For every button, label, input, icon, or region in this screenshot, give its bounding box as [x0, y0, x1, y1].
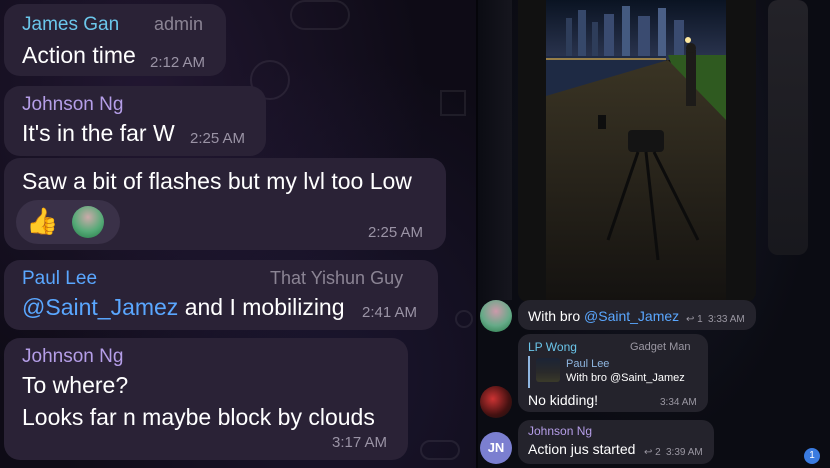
message-time: 3:39 AM — [666, 447, 703, 458]
message-time: 2:25 AM — [190, 130, 246, 147]
message-text: Action time — [22, 42, 136, 68]
quote-thumbnail — [536, 358, 560, 382]
sender-name[interactable]: Johnson Ng — [22, 346, 123, 368]
sender-name[interactable]: Johnson Ng — [528, 424, 592, 438]
background-doodle — [440, 90, 466, 116]
night-city-photo[interactable] — [518, 0, 756, 302]
message-text: Saw a bit of flashes but my lvl too Low — [22, 168, 412, 194]
quote-text: With bro @Saint_Jamez — [566, 372, 685, 384]
reaction-row[interactable]: 👍 — [16, 200, 120, 244]
sender-name[interactable]: LP Wong — [528, 340, 577, 354]
sender-role: That Yishun Guy — [270, 268, 404, 288]
message-text: It's in the far W — [22, 120, 175, 146]
message-time: 3:33 AM — [708, 314, 745, 325]
adjacent-media-edge — [768, 0, 808, 255]
message-text-rest: With bro — [528, 308, 585, 324]
sender-name[interactable]: James Gan — [22, 14, 119, 36]
message-text: Action jus started — [528, 441, 636, 457]
message-text-line: Looks far n maybe block by clouds — [22, 404, 375, 430]
reply-count[interactable]: ↩ 2 — [644, 447, 661, 458]
message-bubble[interactable]: Johnson Ng Action jus started ↩ 2 3:39 A… — [518, 420, 714, 464]
message-bubble[interactable]: LP Wong Gadget Man Paul Lee With bro @Sa… — [518, 334, 708, 412]
thumbs-up-icon[interactable]: 👍 — [26, 206, 58, 236]
adjacent-media-edge — [478, 0, 512, 300]
message-bubble[interactable]: With bro @Saint_Jamez ↩ 1 3:33 AM — [518, 300, 756, 330]
message-text: @Saint_Jamez and I mobilizing — [22, 294, 345, 321]
message-time: 2:41 AM — [362, 304, 418, 321]
unread-badge[interactable]: 1 — [804, 448, 820, 464]
avatar[interactable]: JN — [480, 432, 512, 464]
avatar[interactable] — [480, 300, 512, 332]
message-bubble[interactable]: James Gan admin Action time 2:12 AM — [4, 4, 226, 76]
chat-pane-left: James Gan admin Action time 2:12 AM John… — [0, 0, 476, 468]
message-text: With bro @Saint_Jamez — [528, 308, 679, 324]
message-time: 2:12 AM — [150, 54, 206, 71]
message-time: 3:34 AM — [660, 397, 697, 408]
reactor-avatar[interactable] — [72, 206, 104, 238]
message-bubble[interactable]: Johnson Ng To where? Looks far n maybe b… — [4, 338, 408, 460]
sender-role: admin — [154, 14, 204, 34]
message-time: 3:17 AM — [332, 434, 388, 451]
mention-link[interactable]: @Saint_Jamez — [22, 294, 178, 320]
message-text: No kidding! — [528, 392, 599, 408]
message-time: 2:25 AM — [368, 224, 424, 241]
background-doodle — [455, 310, 473, 328]
quote-sender: Paul Lee — [566, 358, 610, 370]
background-doodle — [290, 0, 350, 30]
sender-name[interactable]: Johnson Ng — [22, 94, 123, 116]
reply-quote[interactable]: Paul Lee With bro @Saint_Jamez — [528, 356, 706, 388]
message-bubble[interactable]: Johnson Ng It's in the far W 2:25 AM — [4, 86, 266, 156]
chat-pane-right: With bro @Saint_Jamez ↩ 1 3:33 AM LP Won… — [478, 0, 830, 468]
message-bubble[interactable]: Saw a bit of flashes but my lvl too Low … — [4, 158, 446, 250]
reply-count-value: 2 — [655, 447, 661, 458]
message-bubble[interactable]: Paul Lee That Yishun Guy @Saint_Jamez an… — [4, 260, 438, 330]
mention-link[interactable]: @Saint_Jamez — [584, 308, 679, 324]
message-text-rest: and I mobilizing — [178, 294, 345, 320]
message-text-line: To where? — [22, 372, 129, 398]
reply-count-value: 1 — [697, 314, 703, 325]
background-doodle — [420, 440, 460, 460]
sender-name[interactable]: Paul Lee — [22, 268, 97, 290]
avatar[interactable] — [480, 386, 512, 418]
sender-role: Gadget Man — [630, 341, 691, 353]
reply-count[interactable]: ↩ 1 — [686, 314, 703, 325]
